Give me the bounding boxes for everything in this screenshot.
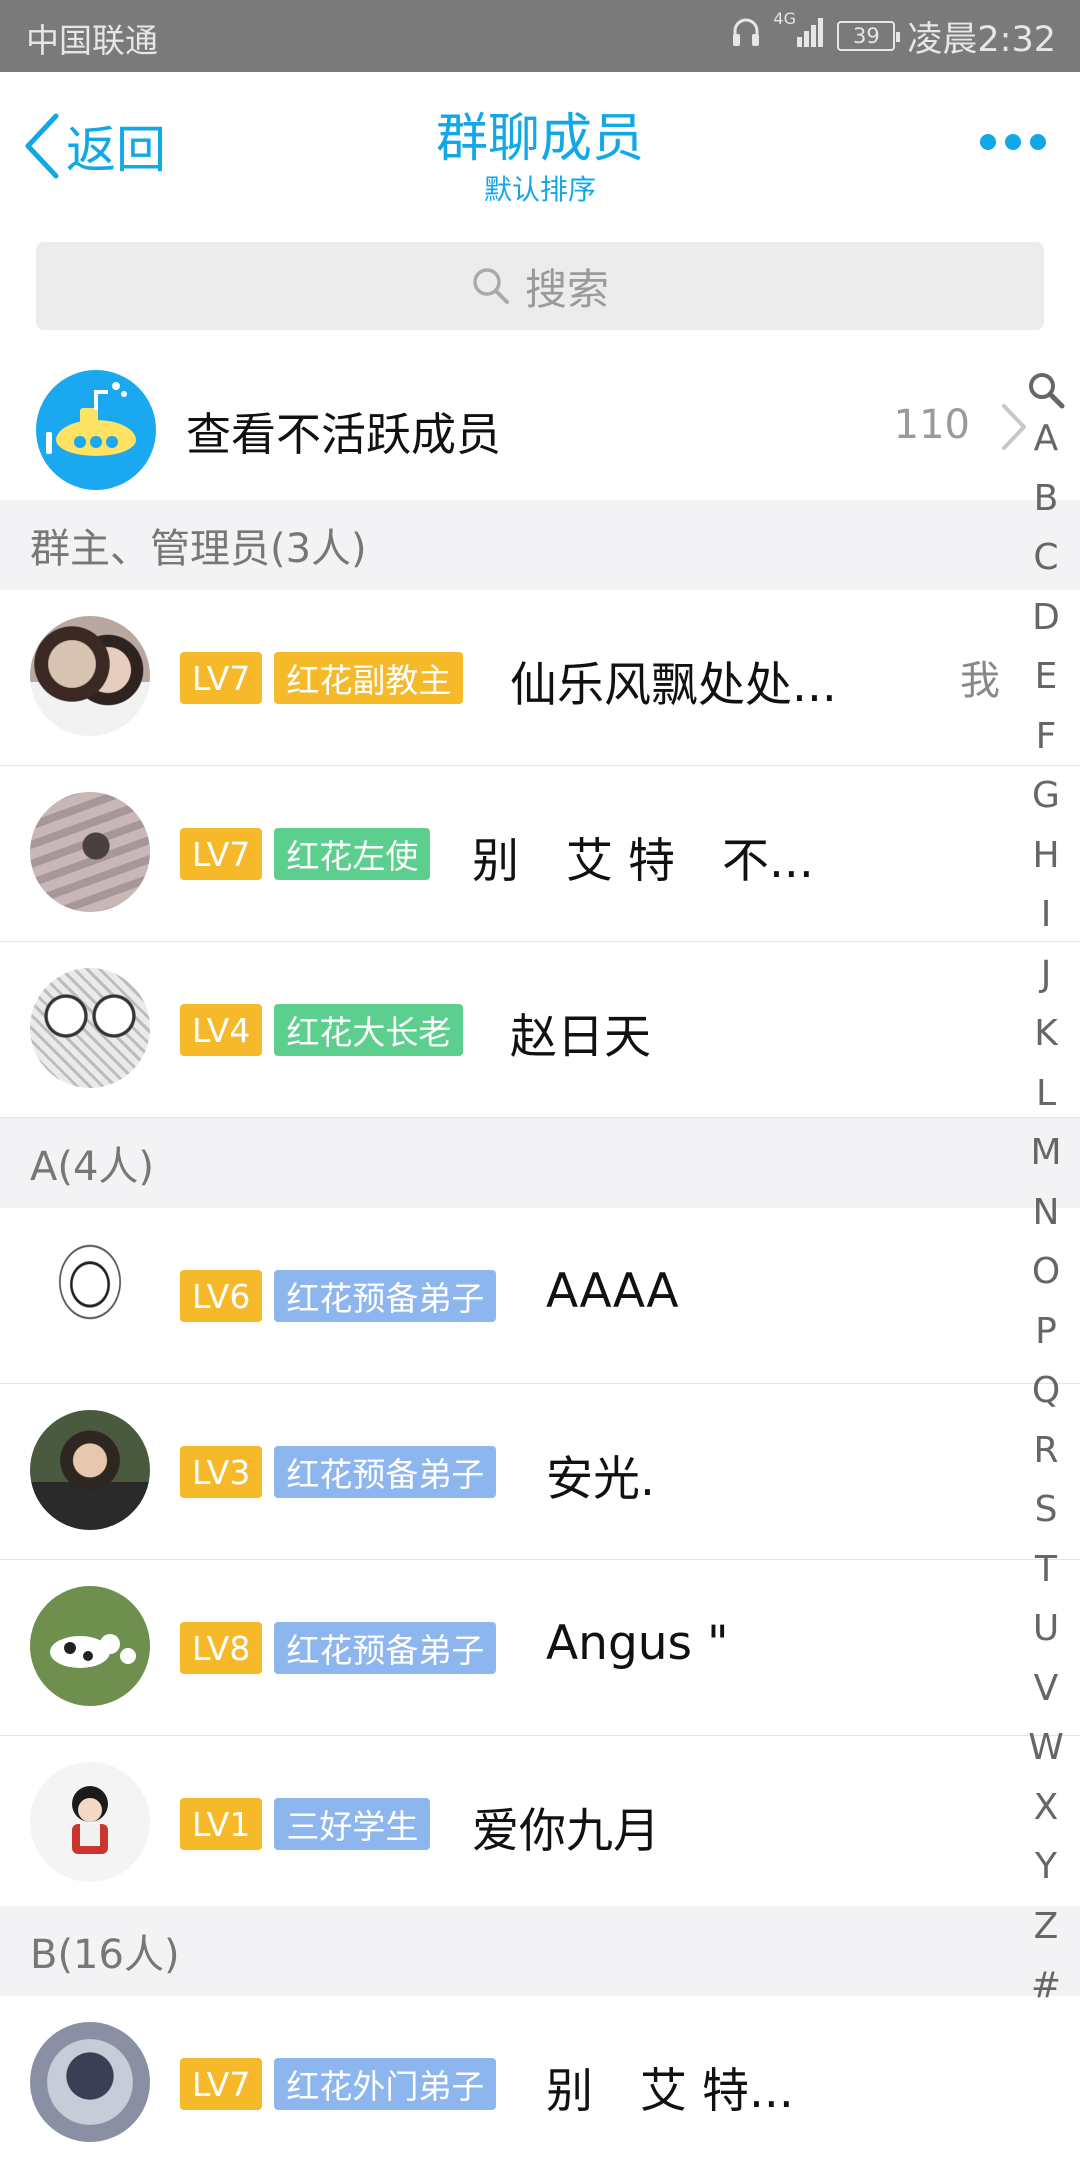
index-letter[interactable]: L [1026,1073,1066,1114]
search-input[interactable]: 搜索 [36,242,1044,330]
member-name: 别 艾 特... [546,2064,794,2119]
index-letter[interactable]: T [1026,1549,1066,1590]
index-letter[interactable]: P [1026,1311,1066,1352]
member-row[interactable]: LV4 红花大长老 赵日天 [0,942,1080,1118]
member-name: Angus " [546,1616,729,1671]
avatar [30,968,150,1088]
battery-level: 39 [853,24,880,48]
index-letter[interactable]: B [1026,478,1066,519]
avatar [30,616,150,736]
title-badge: 三好学生 [274,1798,431,1850]
index-letter[interactable]: C [1026,537,1066,578]
inactive-members-row[interactable]: 查看不活跃成员 110 [0,358,1080,500]
index-letter[interactable]: E [1026,656,1066,697]
index-letter[interactable]: N [1026,1192,1066,1233]
member-name: 赵日天 [510,1010,651,1065]
section-header-label: 群主、管理员(3人) [30,526,367,572]
index-letter[interactable]: M [1026,1132,1066,1173]
level-badge: LV7 [180,2058,263,2110]
clock: 凌晨2:32 [907,19,1056,60]
index-letter[interactable]: Y [1026,1846,1066,1887]
carrier-name: 中国联通 [26,21,158,60]
avatar [30,2022,150,2142]
member-row[interactable]: LV3 红花预备弟子 安光. [0,1384,1080,1560]
index-letter[interactable]: F [1026,716,1066,757]
sort-order-label[interactable]: 默认排序 [0,168,1080,208]
section-header-a: A(4人) [0,1118,1080,1208]
index-letter[interactable]: U [1026,1608,1066,1649]
section-header-admins: 群主、管理员(3人) [0,500,1080,590]
level-badge: LV4 [180,1004,263,1056]
avatar [30,1410,150,1530]
title-badge: 红花左使 [274,828,431,880]
network-type: 4G [773,8,796,28]
member-row[interactable]: LV7 红花外门弟子 别 艾 特... [0,1996,1080,2160]
index-letter[interactable]: G [1026,775,1066,816]
battery-icon: 39 [837,21,901,51]
submarine-icon [36,370,156,490]
index-letter[interactable]: S [1026,1489,1066,1530]
index-letter[interactable]: J [1026,954,1066,995]
member-name: 安光. [546,1452,655,1507]
search-placeholder: 搜索 [524,264,609,314]
headset-icon [731,15,761,58]
member-name: 仙乐风飘处处... [510,658,837,713]
member-row[interactable]: LV1 三好学生 爱你九月 [0,1736,1080,1912]
index-letter[interactable]: R [1026,1430,1066,1471]
chevron-right-icon [1002,404,1026,450]
index-letter[interactable]: Z [1026,1906,1066,1947]
level-badge: LV7 [180,652,263,704]
index-letter[interactable]: I [1026,894,1066,935]
status-bar: 中国联通 4G 39 凌晨2:32 [0,0,1080,72]
title-badge: 红花外门弟子 [274,2058,497,2110]
member-row[interactable]: LV7 红花副教主 仙乐风飘处处... 我 [0,590,1080,766]
inactive-members-count: 110 [893,402,970,448]
section-header-label: B(16人) [30,1932,180,1978]
inactive-members-label: 查看不活跃成员 [186,408,502,461]
member-name: 别 艾 特 不... [472,834,814,889]
page-title: 群聊成员 [435,109,644,169]
index-letter[interactable]: O [1026,1251,1066,1292]
avatar [30,1586,150,1706]
avatar [30,1762,150,1882]
section-header-label: A(4人) [30,1144,155,1190]
member-name: AAAA [546,1264,679,1319]
signal-icon: 4G [773,9,825,58]
more-button[interactable] [980,134,1046,150]
me-label: 我 [960,658,1000,704]
index-letter[interactable]: K [1026,1013,1066,1054]
title-badge: 红花副教主 [274,652,464,704]
index-letter[interactable]: D [1026,597,1066,638]
search-icon [473,268,509,304]
level-badge: LV1 [180,1798,263,1850]
member-row[interactable]: LV7 红花左使 别 艾 特 不... [0,766,1080,942]
index-letter[interactable]: A [1026,418,1066,459]
level-badge: LV8 [180,1622,263,1674]
index-letter[interactable]: # [1026,1965,1066,2006]
member-row[interactable]: LV8 红花预备弟子 Angus " [0,1560,1080,1736]
search-icon[interactable] [1026,370,1066,410]
avatar [30,792,150,912]
member-row[interactable]: LV6 红花预备弟子 AAAA [0,1208,1080,1384]
index-letter[interactable]: Q [1026,1370,1066,1411]
avatar [30,1234,150,1354]
section-header-b: B(16人) [0,1906,1080,1996]
level-badge: LV7 [180,828,263,880]
index-letter[interactable]: V [1026,1668,1066,1709]
more-dots-icon [980,134,996,150]
level-badge: LV3 [180,1446,263,1498]
title-badge: 红花预备弟子 [274,1270,497,1322]
title-badge: 红花预备弟子 [274,1622,497,1674]
index-letter[interactable]: W [1026,1727,1066,1768]
index-letter[interactable]: H [1026,835,1066,876]
title-badge: 红花大长老 [274,1004,464,1056]
index-letter[interactable]: X [1026,1787,1066,1828]
level-badge: LV6 [180,1270,263,1322]
member-name: 爱你九月 [472,1804,660,1859]
nav-bar: 返回 群聊成员 默认排序 [0,72,1080,232]
title-badge: 红花预备弟子 [274,1446,497,1498]
